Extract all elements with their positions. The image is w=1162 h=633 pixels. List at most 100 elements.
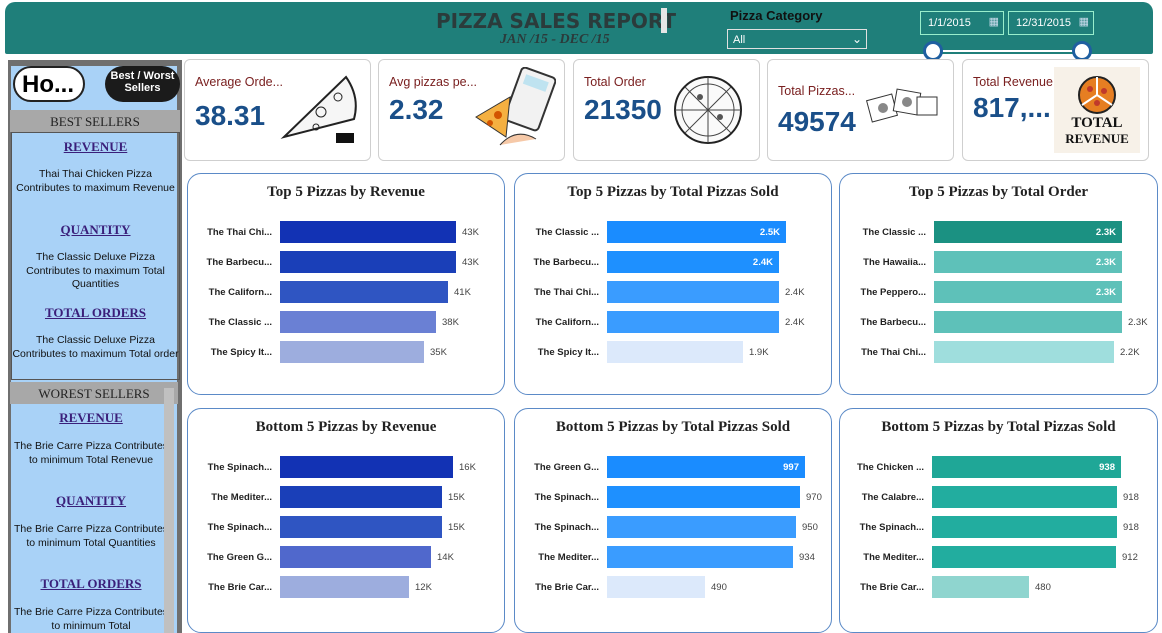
bar-category-label: The Thai Chi... (207, 227, 272, 238)
home-button[interactable]: Ho... (13, 66, 85, 102)
bar-value-label: 934 (799, 552, 815, 563)
chart-bar[interactable] (607, 341, 743, 363)
bar-value-label: 38K (442, 317, 459, 328)
bar-category-label: The Spinach... (207, 522, 272, 533)
chart-bar[interactable] (280, 546, 431, 568)
page-subtitle: JAN /15 - DEC /15 (500, 32, 610, 47)
chart-bar[interactable] (280, 311, 436, 333)
bar-category-label: The Classic ... (535, 227, 599, 238)
chart-title: Top 5 Pizzas by Total Pizzas Sold (567, 184, 779, 200)
page-title: PIZZA SALES REPORT (436, 9, 677, 33)
worst-orders-heading: TOTAL ORDERS (40, 576, 142, 591)
worst-revenue-heading: REVENUE (59, 410, 123, 425)
bar-category-label: The Spinach... (207, 462, 272, 473)
pizza-boxes-sketch-icon (865, 88, 938, 123)
bar-category-label: The Brie Car... (208, 582, 272, 593)
total-revenue-badge: TOTALREVENUE (1054, 67, 1140, 153)
calendar-icon: ▦ (988, 16, 999, 28)
bar-value-label: 912 (1122, 552, 1138, 563)
bar-value-label: 918 (1123, 492, 1139, 503)
bar-value-label: 14K (437, 552, 454, 563)
bar-category-label: The Spinach... (534, 492, 599, 503)
kpi-card-total-pizzas: Total Pizzas... 49574 (767, 59, 954, 161)
chart-bar[interactable] (280, 341, 424, 363)
bar-value-label: 2.3K (1095, 257, 1116, 268)
chart-bar[interactable] (607, 281, 779, 303)
bar-value-label: 918 (1123, 522, 1139, 533)
chart-bar[interactable] (932, 576, 1029, 598)
svg-text:REVENUE: REVENUE (1065, 131, 1129, 146)
bar-category-label: The Green G... (534, 462, 599, 473)
bar-category-label: The Barbecu... (206, 257, 272, 268)
chart-title: Top 5 Pizzas by Revenue (267, 184, 425, 200)
chart-bar[interactable] (932, 486, 1117, 508)
chart-bar[interactable] (607, 311, 779, 333)
chart-bar[interactable] (280, 486, 442, 508)
category-filter-label: Pizza Category (730, 8, 823, 23)
bar-category-label: The Spinach... (534, 522, 599, 533)
bar-category-label: The Barbecu... (860, 317, 926, 328)
chart-bar[interactable] (607, 516, 796, 538)
chart-bar[interactable] (280, 516, 442, 538)
chart-bar[interactable] (934, 341, 1114, 363)
bar-category-label: The Calabre... (861, 492, 924, 503)
best-orders-text: The Classic Deluxe Pizza Contributes to … (12, 334, 179, 360)
title-divider (661, 8, 667, 33)
bar-category-label: The Classic ... (208, 317, 272, 328)
bar-value-label: 2.4K (785, 317, 805, 328)
chart-title: Bottom 5 Pizzas by Revenue (255, 419, 437, 435)
bar-category-label: The Spicy It... (537, 347, 599, 358)
bar-category-label: The Mediter... (863, 552, 924, 563)
bar-category-label: The Brie Car... (535, 582, 599, 593)
bar-category-label: The Chicken ... (856, 462, 924, 473)
calculator-pizza-icon (475, 67, 556, 146)
bar-value-label: 16K (459, 462, 476, 473)
bar-value-label: 2.3K (1128, 317, 1148, 328)
chart-bar[interactable] (280, 456, 453, 478)
chevron-down-icon: ⌄ (851, 32, 862, 46)
chart-bar[interactable] (932, 546, 1116, 568)
date-slider-start-handle[interactable] (923, 41, 943, 61)
best-quantity-heading: QUANTITY (60, 222, 131, 237)
best-orders-heading: TOTAL ORDERS (44, 305, 147, 320)
category-dropdown[interactable]: All ⌄ (727, 29, 867, 49)
date-end-input[interactable]: 12/31/2015 ▦ (1008, 11, 1094, 35)
worst-orders-text: The Brie Carre Pizza Contributes to mini… (13, 606, 169, 632)
bar-value-label: 41K (454, 287, 471, 298)
best-worst-toggle-button[interactable]: Best / Worst Sellers (105, 66, 180, 102)
chart-bar[interactable] (607, 546, 793, 568)
bar-category-label: The Thai Chi... (534, 287, 599, 298)
sidebar-scrollbar[interactable] (164, 388, 174, 633)
worst-quantity-text: The Brie Carre Pizza Contributes to mini… (13, 523, 169, 549)
date-slider-track[interactable] (933, 50, 1083, 52)
bar-value-label: 480 (1035, 582, 1051, 593)
date-slider-end-handle[interactable] (1072, 41, 1092, 61)
bar-value-label: 2.5K (759, 227, 780, 238)
kpi-value: 2.32 (389, 94, 444, 125)
chart-bar[interactable] (607, 576, 705, 598)
chart-title: Top 5 Pizzas by Total Order (908, 184, 1089, 200)
chart-bar[interactable] (934, 311, 1122, 333)
bar-value-label: 15K (448, 522, 465, 533)
svg-text:TOTAL: TOTAL (1071, 115, 1122, 131)
chart-bar[interactable] (280, 281, 448, 303)
bar-value-label: 1.9K (749, 347, 769, 358)
bar-value-label: 12K (415, 582, 432, 593)
bar-value-label: 43K (462, 257, 479, 268)
best-revenue-heading: REVENUE (63, 139, 128, 154)
kpi-card-total-revenue: Total Revenue 817,... TOTAL REVENUE (962, 59, 1149, 161)
chart-bar[interactable] (280, 221, 456, 243)
chart-bar[interactable] (280, 251, 456, 273)
chart-bar[interactable] (932, 516, 1117, 538)
bar-value-label: 938 (1099, 462, 1115, 473)
kpi-value: 49574 (778, 106, 856, 137)
chart-bar[interactable] (607, 486, 800, 508)
date-start-input[interactable]: 1/1/2015 ▦ (920, 11, 1004, 35)
bar-value-label: 970 (806, 492, 822, 503)
bar-category-label: The Green G... (207, 552, 272, 563)
bar-category-label: The Classic ... (862, 227, 926, 238)
bar-category-label: The Hawaiia... (863, 257, 926, 268)
bar-category-label: The Peppero... (860, 287, 926, 298)
worst-revenue-text: The Brie Carre Pizza Contributes to mini… (13, 440, 169, 466)
chart-bar[interactable] (280, 576, 409, 598)
